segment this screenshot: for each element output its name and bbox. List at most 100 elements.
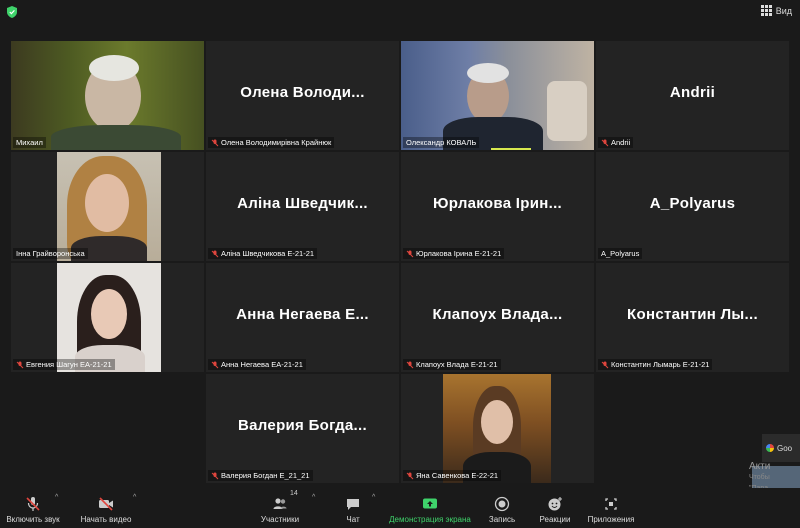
participant-name: Константин Лымарь Е-21-21 [611,360,710,369]
participant-name: Яна Савенкова Е-22-21 [416,471,499,480]
activate-line-1: Чтобы [749,474,770,481]
participant-display-name: A_Polyarus [649,195,736,212]
audio-options-caret[interactable]: ^ [55,494,58,501]
mic-muted-icon [601,361,609,369]
apps-icon [605,498,617,510]
record-icon [494,496,510,512]
participant-label: Юрлакова Ірина Е-21-21 [403,248,505,259]
participants-options-caret[interactable]: ^ [312,494,315,501]
start-video-label: Начать видео [80,515,132,524]
participant-video [11,41,204,150]
record-button[interactable]: Запись [482,488,522,528]
participant-display-name: Аліна Шведчик... [237,195,368,212]
participant-label: A_Polyarus [598,248,643,259]
start-video-button[interactable]: Начать видео [76,488,136,528]
reactions-label: Реакции [539,515,571,524]
speaking-indicator [491,148,531,150]
share-screen-icon [423,498,437,509]
participant-tile-8[interactable]: A_Polyarus A_Polyarus [596,152,789,261]
participant-display-name: Константин Лы... [627,306,758,323]
participants-count: 14 [290,490,298,497]
google-icon [766,444,774,452]
view-label: Вид [775,5,792,16]
participant-tile-14[interactable]: Яна Савенкова Е-22-21 [401,374,594,483]
participant-label: Клапоух Влада Е-21-21 [403,359,501,370]
participant-name: Валерия Богдан Е_21_21 [221,471,310,480]
mic-muted-icon [211,250,219,258]
participant-name: Інна Грайворонська [16,249,85,258]
participant-tile-13[interactable]: Валерия Богда... Валерия Богдан Е_21_21 [206,374,399,483]
view-button[interactable]: Вид [760,5,792,16]
participant-tile-2[interactable]: Олена Володи... Олена Володимирівна Край… [206,41,399,150]
meeting-toolbar: Включить звук ^ Начать видео ^ Участники… [0,488,800,528]
share-screen-button[interactable]: Демонстрация экрана [386,488,474,528]
unmute-button[interactable]: Включить звук [3,488,63,528]
mic-muted-icon [406,250,414,258]
security-shield-icon[interactable] [6,6,18,18]
mic-muted-icon [26,497,40,511]
mic-muted-icon [406,361,414,369]
participant-video [57,263,161,372]
video-options-caret[interactable]: ^ [133,494,136,501]
participant-tile-12[interactable]: Константин Лы... Константин Лымарь Е-21-… [596,263,789,372]
participant-tile-5[interactable]: Інна Грайворонська [11,152,204,261]
unmute-label: Включить звук [6,515,60,524]
participant-tile-3[interactable]: Олександр КОВАЛЬ [401,41,594,150]
mic-muted-icon [601,139,609,147]
participant-name: Клапоух Влада Е-21-21 [416,360,498,369]
participant-display-name: Олена Володи... [240,84,365,101]
participant-tile-7[interactable]: Юрлакова Ірин... Юрлакова Ірина Е-21-21 [401,152,594,261]
participant-name: Олександр КОВАЛЬ [406,138,477,147]
participant-name: Олена Володимирівна Крайнюк [221,138,332,147]
participant-name: Аліна Шведчикова Е-21-21 [221,249,315,258]
mic-muted-icon [211,361,219,369]
participants-icon [273,498,287,509]
apps-label: Приложения [587,515,635,524]
participant-name: Михаил [16,138,43,147]
reactions-icon [548,497,562,511]
participant-label: Аліна Шведчикова Е-21-21 [208,248,318,259]
share-screen-label: Демонстрация экрана [389,515,471,524]
activate-title: Акти [749,461,771,472]
google-notification-chip[interactable]: Goo [762,434,800,462]
participant-label: Анна Негаева ЕА-21-21 [208,359,306,370]
record-label: Запись [488,515,516,524]
participant-display-name: Анна Негаева Е... [236,306,369,323]
participant-label: Михаил [13,137,46,148]
participant-label: Олена Володимирівна Крайнюк [208,137,335,148]
participant-label: Яна Савенкова Е-22-21 [403,470,502,481]
grid-view-icon [760,5,772,16]
participant-tile-9[interactable]: Евгения Шагун ЕА-21-21 [11,263,204,372]
mic-muted-icon [211,139,219,147]
participant-label: Олександр КОВАЛЬ [403,137,480,148]
participant-label: Andrii [598,137,634,148]
chat-button[interactable]: Чат [333,488,373,528]
participant-display-name: Клапоух Влада... [432,306,563,323]
camera-off-icon [99,497,113,511]
participant-name: Анна Негаева ЕА-21-21 [221,360,303,369]
participant-label: Константин Лымарь Е-21-21 [598,359,713,370]
participant-tile-1[interactable]: Михаил [11,41,204,150]
reactions-button[interactable]: Реакции [535,488,575,528]
chat-options-caret[interactable]: ^ [372,494,375,501]
participant-name: Юрлакова Ірина Е-21-21 [416,249,502,258]
chat-label: Чат [346,515,360,524]
mic-muted-icon [211,472,219,480]
participant-video [401,41,594,150]
participant-video [57,152,161,261]
chip-label: Goo [777,443,793,453]
chat-icon [347,499,359,510]
participant-tile-11[interactable]: Клапоух Влада... Клапоух Влада Е-21-21 [401,263,594,372]
participant-display-name: Andrii [669,84,716,101]
participants-label: Участники [260,515,300,524]
apps-button[interactable]: Приложения [585,488,637,528]
mic-muted-icon [16,361,24,369]
participant-name: Andrii [611,138,631,147]
participant-tile-6[interactable]: Аліна Шведчик... Аліна Шведчикова Е-21-2… [206,152,399,261]
participant-video [443,374,551,483]
participant-tile-4[interactable]: Andrii Andrii [596,41,789,150]
participant-tile-10[interactable]: Анна Негаева Е... Анна Негаева ЕА-21-21 [206,263,399,372]
mic-muted-icon [406,472,414,480]
participant-display-name: Валерия Богда... [238,417,367,434]
participant-label: Валерия Богдан Е_21_21 [208,470,313,481]
